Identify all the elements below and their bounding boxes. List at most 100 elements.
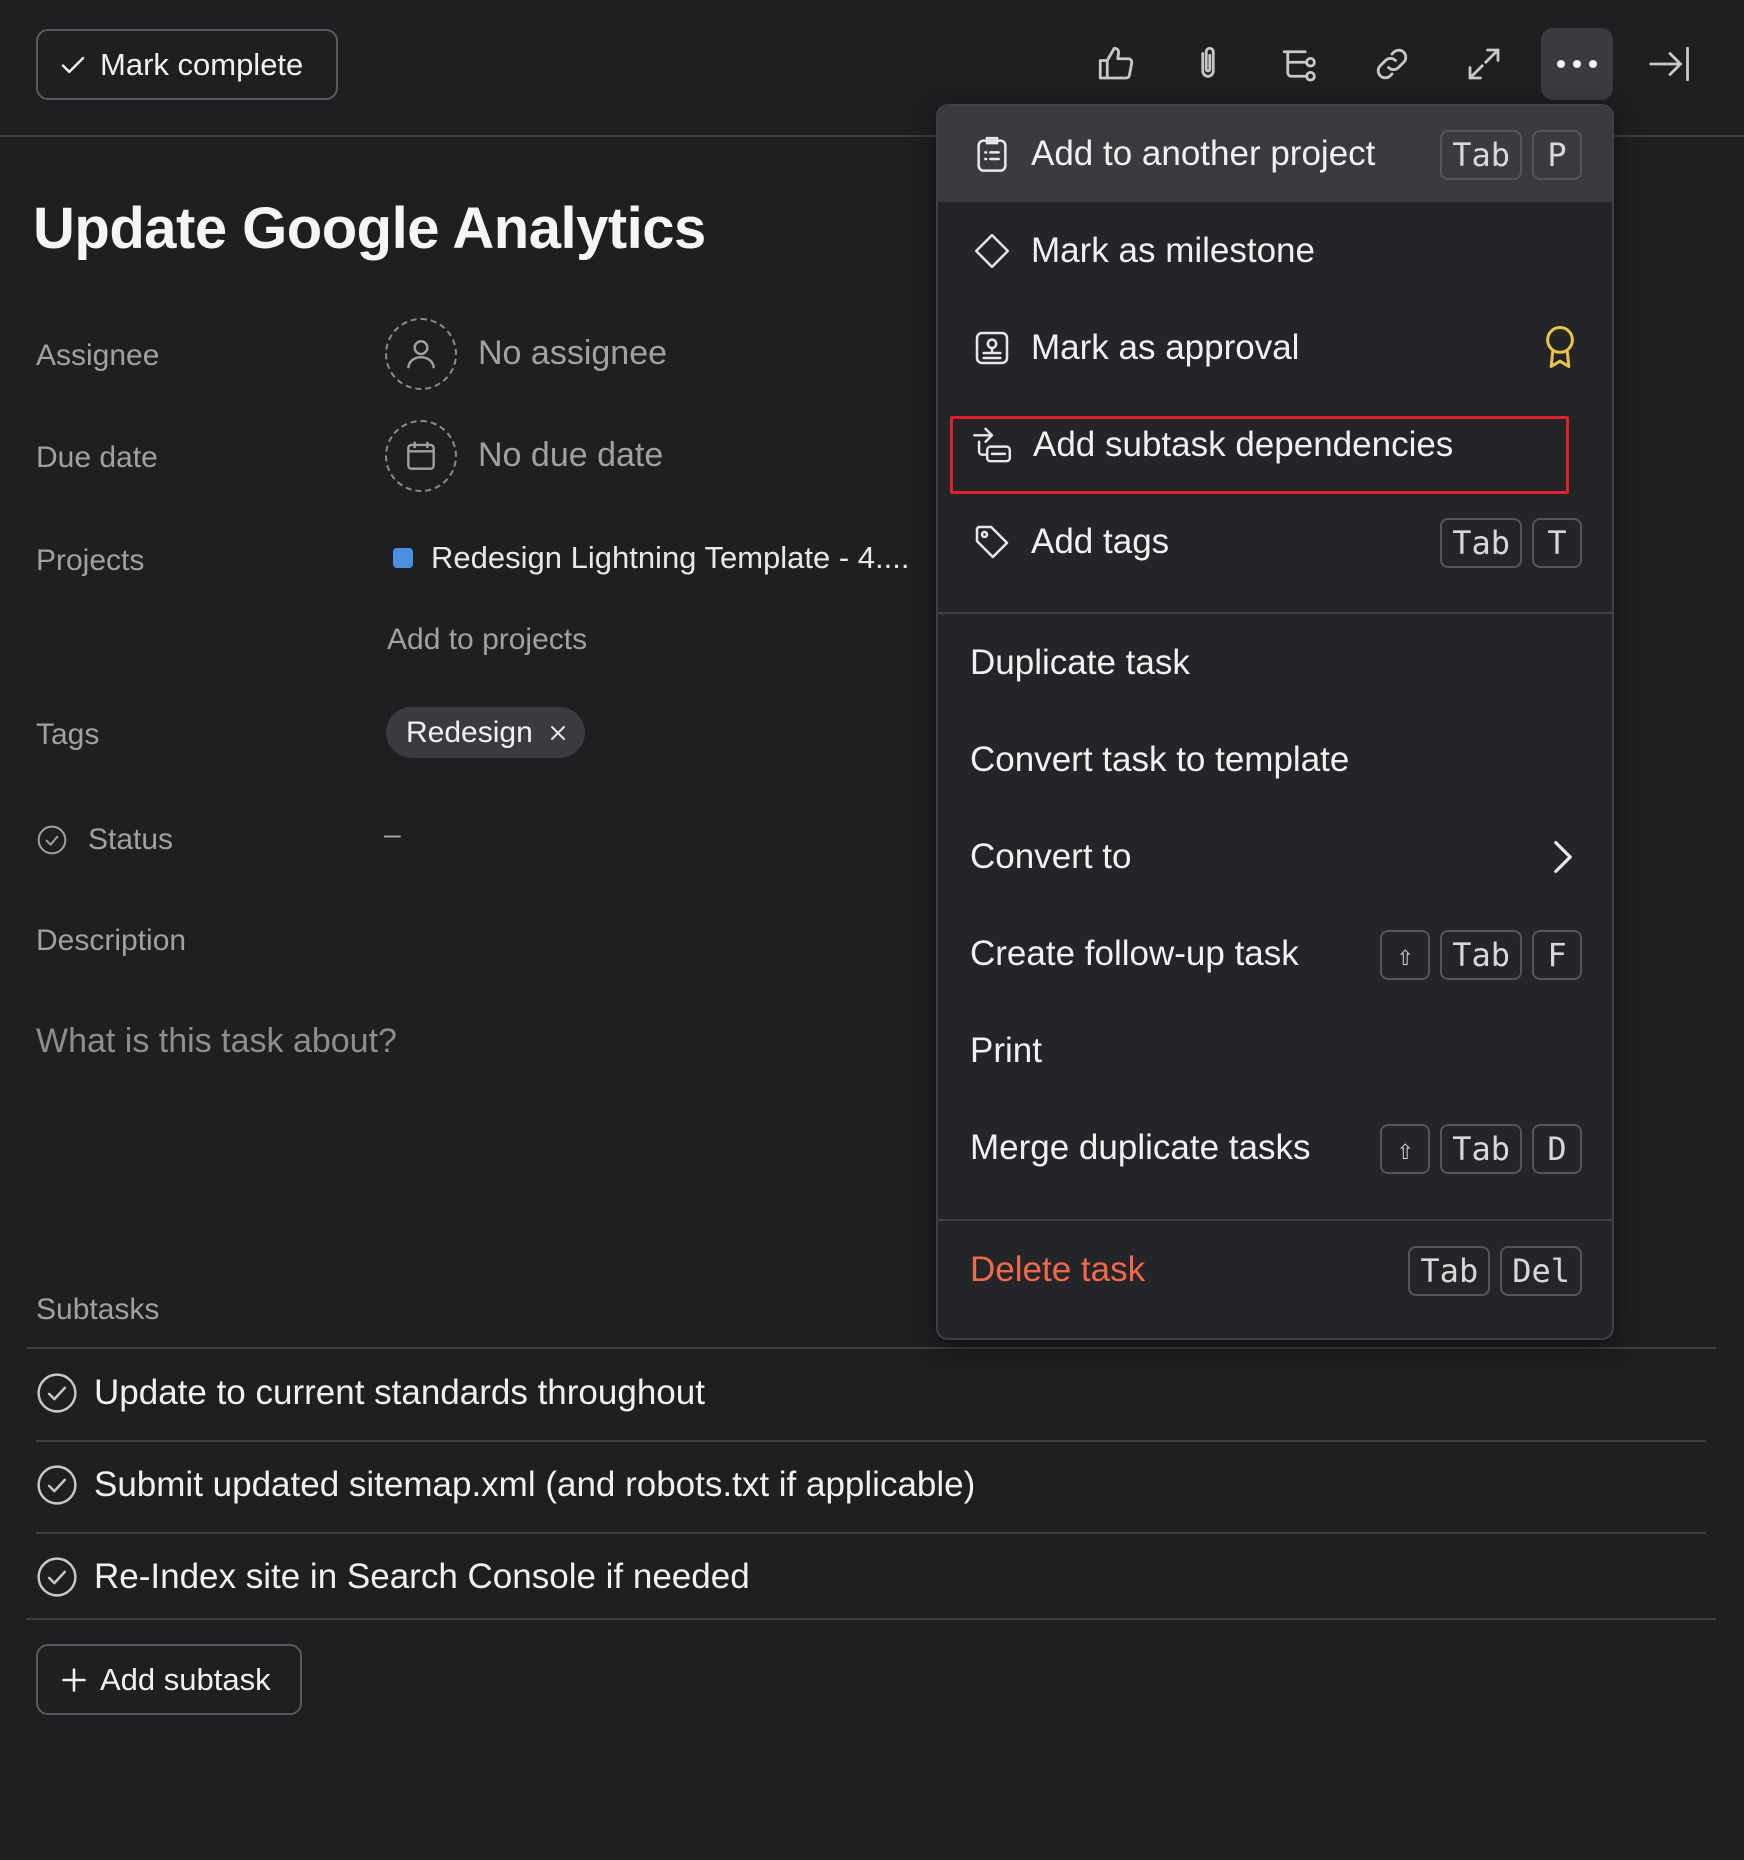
divider [26, 1347, 1716, 1349]
add-subtask-button[interactable]: Add subtask [36, 1644, 302, 1715]
subtask-title: Submit updated sitemap.xml (and robots.t… [94, 1465, 976, 1504]
subtasks-label: Subtasks [36, 1293, 160, 1326]
add-to-projects-link[interactable]: Add to projects [387, 623, 587, 657]
menu-divider [938, 1219, 1612, 1221]
thumbs-up-icon[interactable] [1080, 28, 1152, 100]
complete-check-icon[interactable] [36, 1556, 78, 1598]
key: T [1532, 518, 1582, 568]
menu-item-convert-to[interactable]: Convert to [938, 809, 1612, 905]
keyboard-shortcut: Tab T [1440, 518, 1582, 568]
keyboard-shortcut: Tab Del [1408, 1246, 1582, 1296]
menu-item-label: Delete task [970, 1250, 1146, 1289]
due-date-label: Due date [36, 441, 158, 474]
subtask-icon[interactable] [1264, 28, 1336, 100]
assignee-avatar-icon[interactable] [385, 318, 457, 390]
subtask-row[interactable]: Submit updated sitemap.xml (and robots.t… [36, 1464, 975, 1506]
tag-pill[interactable]: Redesign [386, 707, 585, 758]
mark-complete-button[interactable]: Mark complete [36, 29, 338, 100]
plus-icon [60, 1666, 88, 1694]
status-field-label: Status [36, 823, 173, 857]
tag-icon [968, 518, 1016, 566]
divider [36, 1440, 1706, 1442]
key: Tab [1440, 930, 1522, 980]
subtask-title: Re-Index site in Search Console if neede… [94, 1557, 750, 1596]
mark-complete-label: Mark complete [100, 46, 304, 82]
task-title[interactable]: Update Google Analytics [33, 195, 706, 262]
shift-key: ⇧ [1380, 930, 1431, 980]
status-label: Status [88, 823, 174, 856]
menu-item-label: Convert to [970, 837, 1132, 876]
approval-stamp-icon [968, 324, 1016, 372]
task-actions-menu: Add to another project Tab P Mark as mil… [936, 104, 1614, 1340]
keyboard-shortcut: Tab P [1440, 130, 1582, 180]
project-name: Redesign Lightning Template - 4.... [431, 540, 910, 575]
clipboard-list-icon [968, 130, 1016, 178]
description-input[interactable]: What is this task about? [36, 1022, 397, 1061]
subtask-row[interactable]: Update to current standards throughout [36, 1372, 705, 1414]
menu-item-create-follow-up-task[interactable]: Create follow-up task ⇧ Tab F [938, 906, 1612, 1002]
keyboard-shortcut: ⇧ Tab D [1380, 1124, 1582, 1174]
divider [26, 1618, 1716, 1620]
status-icon [36, 824, 68, 856]
menu-item-label: Add tags [1031, 522, 1170, 561]
menu-item-label: Add to another project [1031, 134, 1376, 173]
key: F [1532, 930, 1582, 980]
menu-item-label: Merge duplicate tasks [970, 1128, 1311, 1167]
project-color-icon [393, 548, 413, 568]
menu-item-mark-as-approval[interactable]: Mark as approval [938, 300, 1612, 396]
key: Tab [1440, 518, 1522, 568]
complete-check-icon[interactable] [36, 1464, 78, 1506]
project-item[interactable]: Redesign Lightning Template - 4.... [393, 540, 910, 576]
diamond-icon [968, 227, 1016, 275]
key: Tab [1440, 1124, 1522, 1174]
menu-item-duplicate-task[interactable]: Duplicate task [938, 615, 1612, 711]
more-icon[interactable] [1541, 28, 1613, 100]
menu-item-label: Print [970, 1031, 1042, 1070]
dependencies-icon [968, 421, 1016, 469]
due-date-value[interactable]: No due date [478, 436, 663, 475]
upgrade-badge-icon [1542, 324, 1578, 370]
menu-item-label: Mark as approval [1031, 328, 1300, 367]
close-panel-icon[interactable] [1634, 28, 1706, 100]
description-label: Description [36, 924, 187, 957]
add-subtask-label: Add subtask [100, 1661, 271, 1697]
assignee-value[interactable]: No assignee [478, 334, 667, 373]
menu-item-add-subtask-dependencies[interactable]: Add subtask dependencies [938, 397, 1612, 493]
projects-label: Projects [36, 544, 145, 577]
assignee-label: Assignee [36, 339, 160, 372]
calendar-icon[interactable] [385, 420, 457, 492]
menu-item-print[interactable]: Print [938, 1003, 1612, 1099]
shift-key: ⇧ [1380, 1124, 1431, 1174]
divider [36, 1532, 1706, 1534]
check-icon [58, 50, 88, 80]
menu-divider [938, 612, 1612, 614]
key: Del [1500, 1246, 1582, 1296]
status-value[interactable]: – [384, 818, 401, 852]
menu-item-label: Duplicate task [970, 643, 1190, 682]
menu-item-delete-task[interactable]: Delete task Tab Del [938, 1222, 1612, 1318]
key: Tab [1408, 1246, 1491, 1296]
link-icon[interactable] [1356, 28, 1428, 100]
menu-item-label: Convert task to template [970, 740, 1350, 779]
menu-item-label: Mark as milestone [1031, 231, 1315, 270]
key: Tab [1440, 130, 1522, 180]
menu-item-add-to-another-project[interactable]: Add to another project Tab P [938, 106, 1612, 202]
menu-item-merge-duplicate-tasks[interactable]: Merge duplicate tasks ⇧ Tab D [938, 1100, 1612, 1196]
expand-icon[interactable] [1448, 28, 1520, 100]
key: D [1532, 1124, 1582, 1174]
tag-label: Redesign [406, 715, 533, 749]
complete-check-icon[interactable] [36, 1372, 78, 1414]
menu-item-label: Add subtask dependencies [1033, 425, 1454, 464]
remove-tag-icon[interactable] [549, 724, 567, 742]
menu-item-label: Create follow-up task [970, 934, 1299, 973]
tags-label: Tags [36, 718, 100, 751]
keyboard-shortcut: ⇧ Tab F [1380, 930, 1582, 980]
chevron-right-icon [1552, 839, 1574, 875]
key: P [1532, 130, 1582, 180]
subtask-title: Update to current standards throughout [94, 1373, 705, 1412]
menu-item-convert-task-to-template[interactable]: Convert task to template [938, 712, 1612, 808]
menu-item-add-tags[interactable]: Add tags Tab T [938, 494, 1612, 590]
subtask-row[interactable]: Re-Index site in Search Console if neede… [36, 1556, 750, 1598]
paperclip-icon[interactable] [1172, 28, 1244, 100]
menu-item-mark-as-milestone[interactable]: Mark as milestone [938, 203, 1612, 299]
